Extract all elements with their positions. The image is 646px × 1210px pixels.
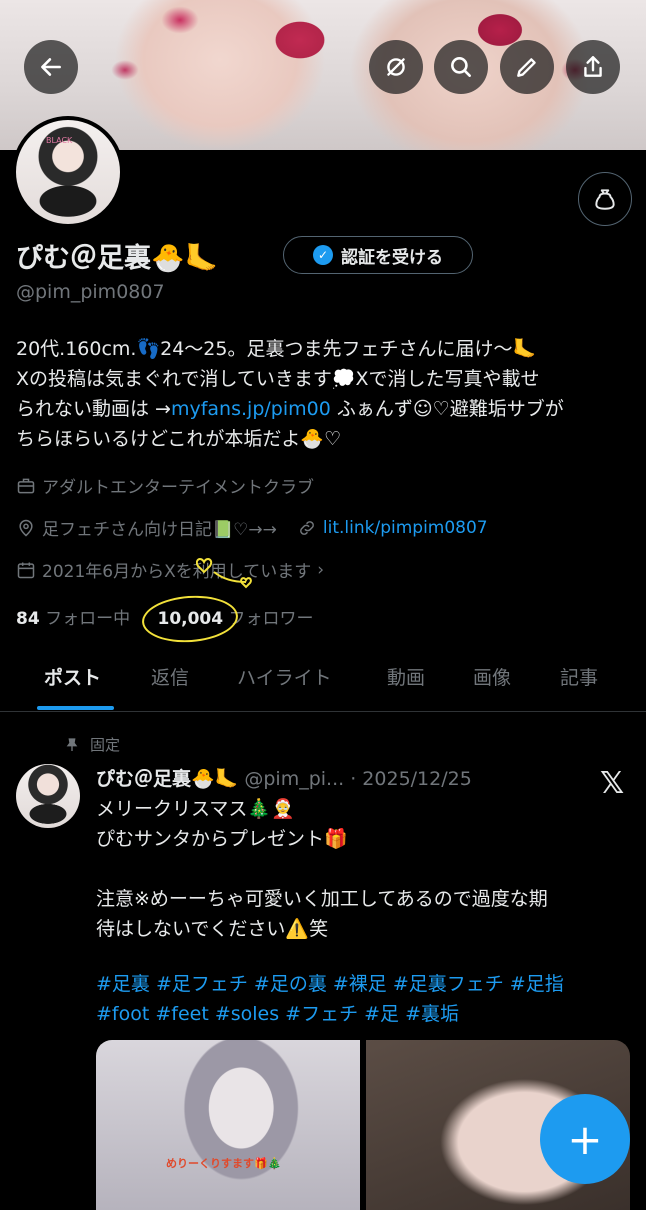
money-bag-icon [595, 189, 615, 210]
bio-text: ふぁんず☺︎♡避難垢サブが [330, 398, 564, 420]
search-button[interactable] [434, 40, 488, 94]
profile-avatar[interactable]: BLACK [12, 116, 124, 228]
back-button[interactable] [24, 40, 78, 94]
location-pin-icon [19, 519, 33, 536]
pinned-label: 固定 [90, 736, 121, 754]
post-author-avatar[interactable] [16, 764, 80, 828]
share-icon [584, 56, 602, 77]
profile-bio: 20代.160cm.👣24〜25。足裏つま先フェチさんに届け～🦶 Xの投稿は気ま… [16, 334, 630, 454]
arrow-left-icon [41, 58, 61, 76]
get-verified-label: 認証を受ける [341, 247, 443, 268]
bio-line: られない動画は →myfans.jp/pim00 ふぁんず☺︎♡避難垢サブが [16, 394, 630, 424]
share-button[interactable] [566, 40, 620, 94]
hashtag-line[interactable]: #足裏 #足フェチ #足の裏 #裸足 #足裏フェチ #足指 [96, 969, 626, 999]
doodle-hearts-icon [196, 558, 252, 589]
profile-tabs: ポスト 返信 ハイライト 動画 画像 記事 [0, 645, 646, 712]
tab-posts[interactable]: ポスト [44, 663, 101, 690]
chevron-right-icon: › [317, 559, 325, 580]
following-count[interactable]: 84 [16, 609, 40, 629]
category-label: アダルトエンターテイメントクラブ [42, 478, 314, 498]
tab-highlights[interactable]: ハイライト [237, 663, 332, 690]
get-verified-button[interactable]: ✓ 認証を受ける [283, 236, 473, 274]
pinned-label-row: 固定 [64, 734, 120, 755]
search-icon [451, 57, 471, 77]
compose-post-button[interactable]: + [540, 1094, 630, 1184]
post-line: メリークリスマス🎄🤶 [96, 798, 295, 820]
profile-category: アダルトエンターテイメントクラブ [16, 473, 314, 498]
bio-line: ちらほらいるけどこれが本垢だよ🐣♡ [16, 428, 342, 450]
tab-articles[interactable]: 記事 [560, 663, 598, 690]
followers-label[interactable]: フォロワー [229, 609, 314, 629]
profile-name: ぴむ＠足裏🐣🦶 [16, 243, 219, 274]
profile-location-row: 足フェチさん向け日記📗♡→→ lit.link/pimpim0807 [16, 515, 488, 540]
verified-badge-icon: ✓ [313, 245, 333, 265]
post-hashtags[interactable]: #足裏 #足フェチ #足の裏 #裸足 #足裏フェチ #足指 #foot #fee… [96, 969, 626, 1029]
briefcase-icon [17, 478, 35, 493]
post-line: 注意※めーーちゃ可愛いく加工してあるので過度な期 [96, 888, 548, 910]
tab-replies[interactable]: 返信 [151, 663, 189, 690]
bio-text: られない動画は → [16, 398, 171, 420]
bio-line: 20代.160cm.👣24〜25。足裏つま先フェチさんに届け～🦶 [16, 338, 537, 360]
pin-icon [66, 737, 78, 751]
location-label: 足フェチさん向け日記📗♡→→ [42, 520, 277, 540]
post-line: ぴむサンタからプレゼント🎁 [96, 828, 348, 850]
website-link[interactable]: lit.link/pimpim0807 [323, 518, 488, 538]
hide-button[interactable] [369, 40, 423, 94]
post-author-name[interactable]: ぴむ＠足裏🐣🦶 [96, 768, 238, 790]
media-caption: めりーくりすます🎁🎄 [166, 1157, 282, 1170]
post-text: メリークリスマス🎄🤶 ぴむサンタからプレゼント🎁 注意※めーーちゃ可愛いく加工し… [96, 794, 626, 944]
edit-icon [517, 58, 536, 77]
bio-link[interactable]: myfans.jp/pim00 [171, 398, 331, 420]
joined-label: 2021年6月からXを利用しています [42, 562, 312, 582]
post-media-image[interactable]: めりーくりすます🎁🎄 [96, 1040, 360, 1210]
tip-button[interactable] [578, 172, 632, 226]
post-header: ぴむ＠足裏🐣🦶 @pim_pi... · 2025/12/25 [96, 764, 472, 791]
plus-icon: + [567, 1114, 603, 1164]
avatar-tag: BLACK [46, 136, 73, 145]
joined-row[interactable]: 2021年6月からXを利用しています › [16, 557, 324, 582]
hashtag-line[interactable]: #foot #feet #soles #フェチ #足 #裏垢 [96, 999, 626, 1029]
active-tab-indicator [37, 706, 114, 710]
tab-images[interactable]: 画像 [473, 663, 511, 690]
link-icon [300, 520, 314, 535]
hide-icon [387, 58, 405, 76]
post-meta: @pim_pi... · 2025/12/25 [244, 768, 472, 790]
following-label[interactable]: フォロー中 [45, 609, 130, 629]
bio-line: Xの投稿は気まぐれで消していきます💭Xで消した写真や載せ [16, 368, 540, 390]
profile-handle: @pim_pim0807 [16, 281, 165, 303]
post-line: 待はしないでください⚠️笑 [96, 918, 329, 940]
edit-button[interactable] [500, 40, 554, 94]
tab-videos[interactable]: 動画 [387, 663, 425, 690]
calendar-icon [17, 562, 35, 578]
